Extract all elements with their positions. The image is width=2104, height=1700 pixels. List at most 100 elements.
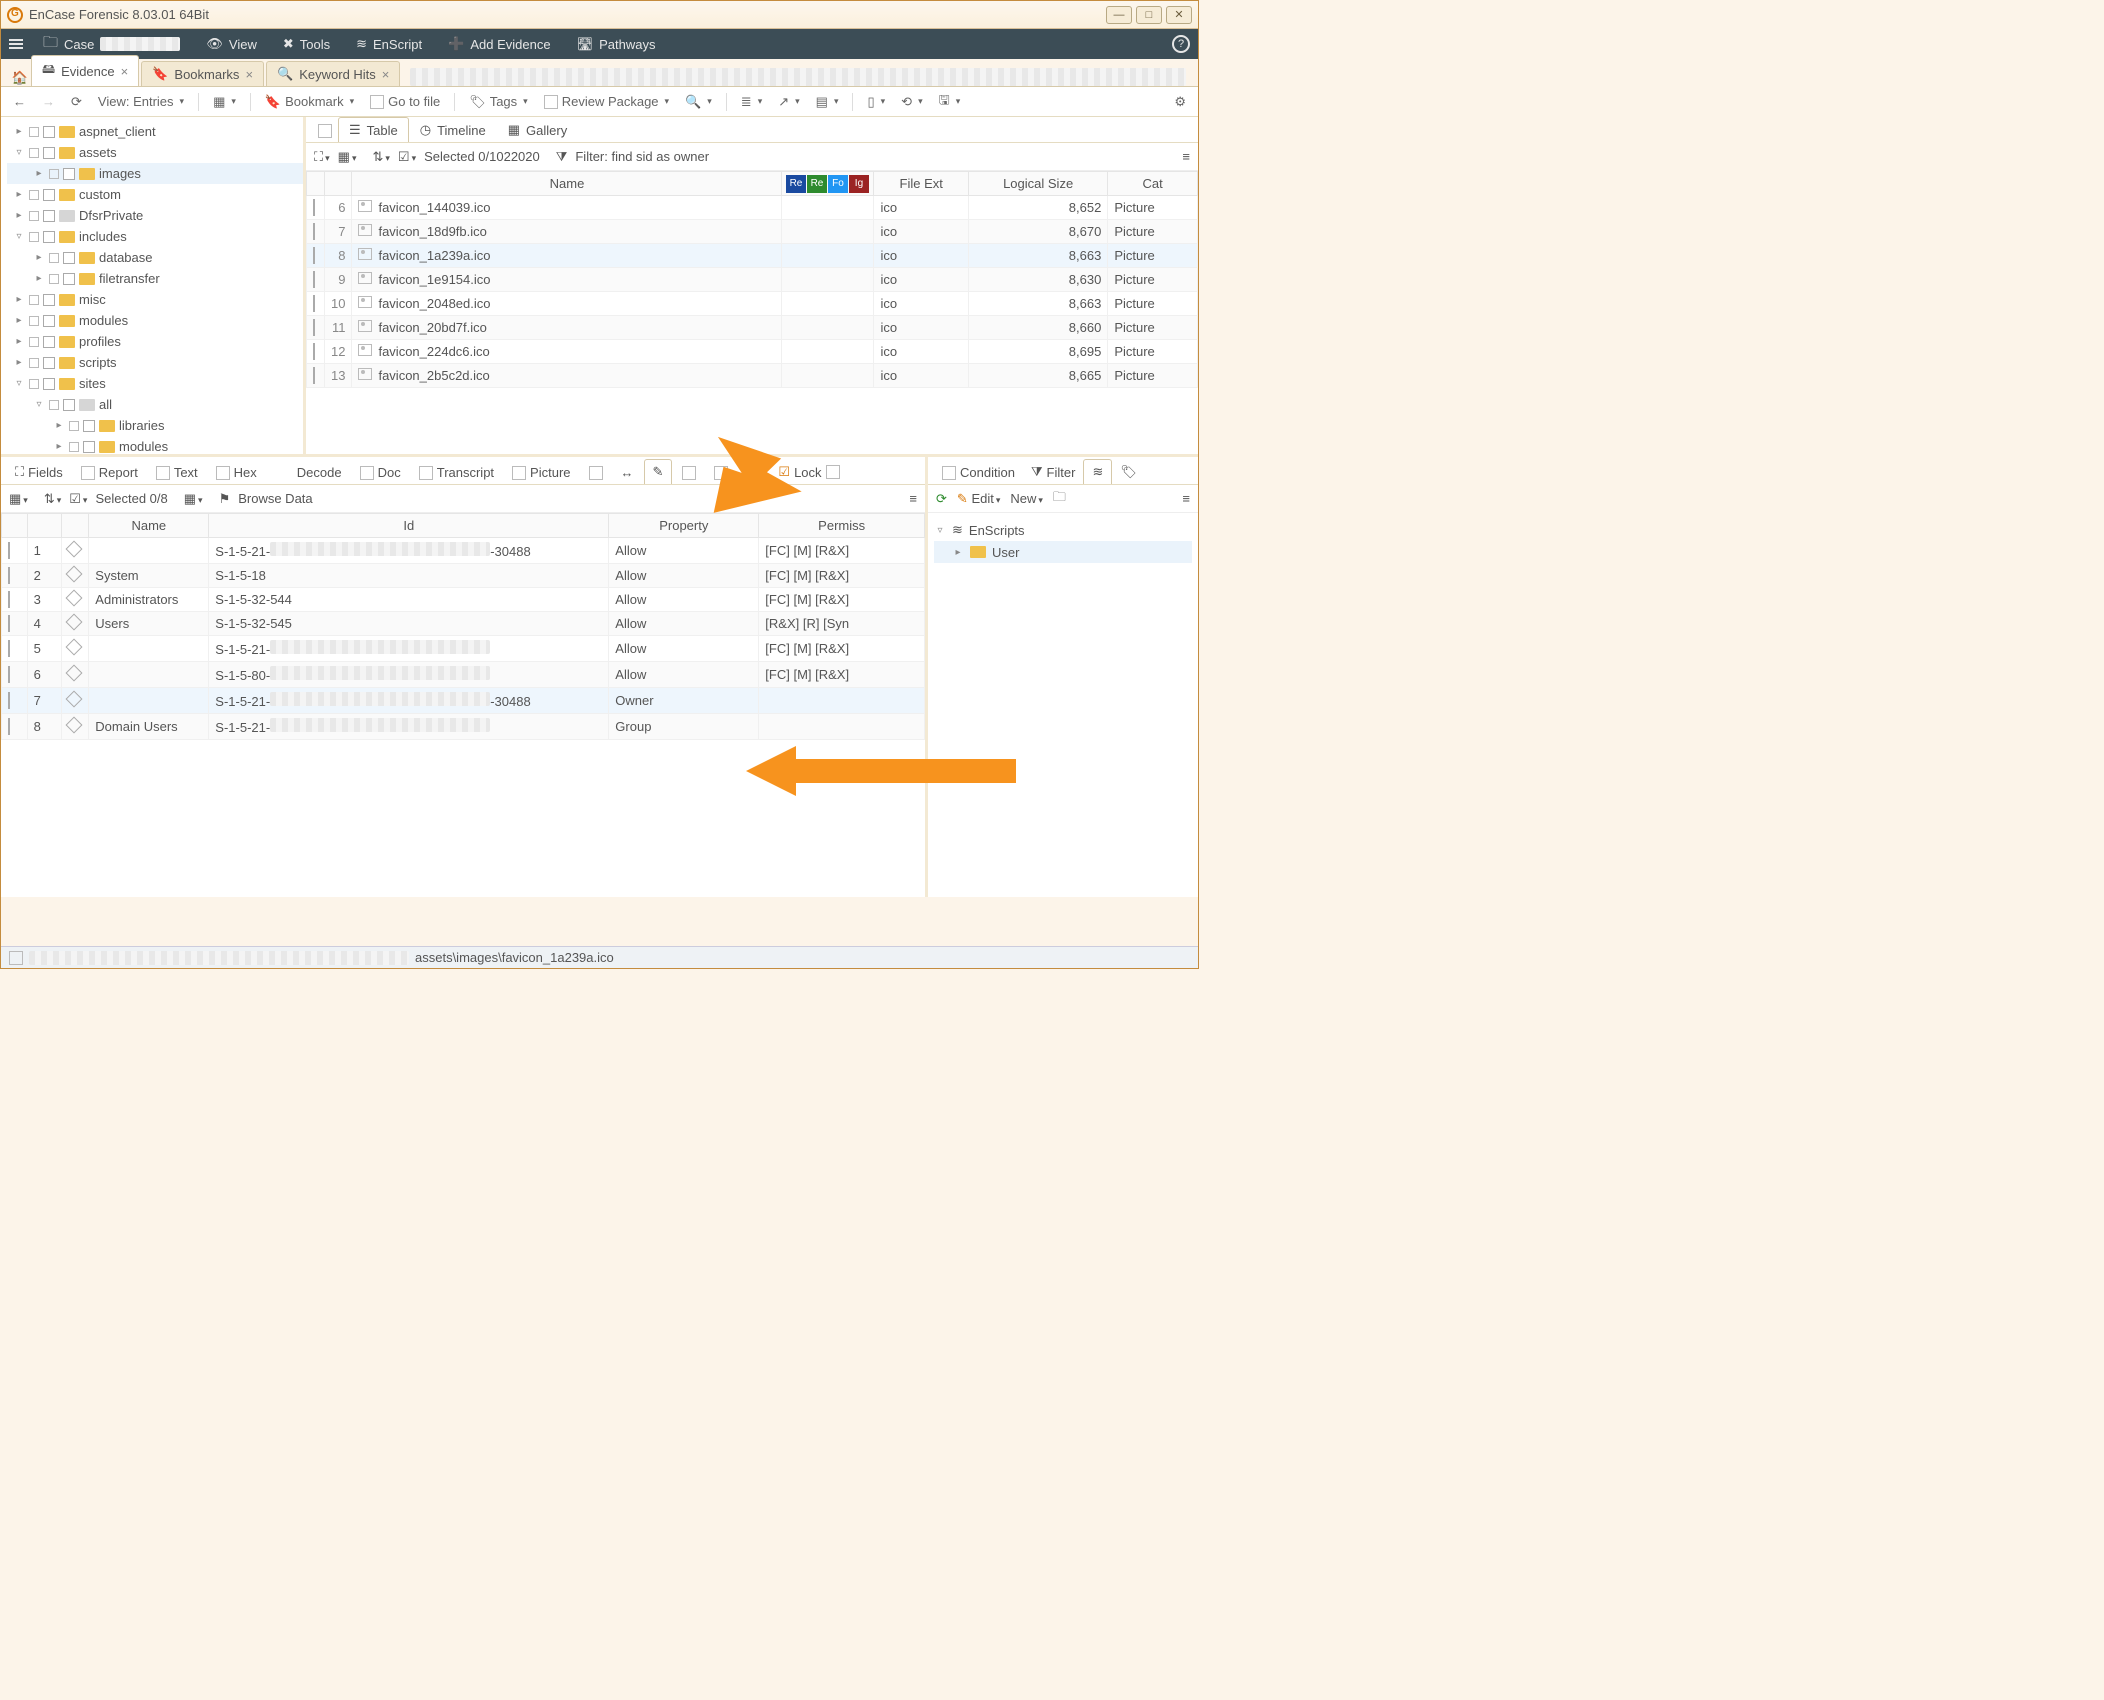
new-dropdown[interactable]: New (1010, 491, 1043, 506)
forward-button[interactable]: → (38, 92, 59, 111)
col-name[interactable]: Name (89, 514, 209, 538)
split-icon[interactable]: ▦ (184, 491, 203, 507)
tab-condition[interactable]: Condition (934, 461, 1023, 484)
close-icon[interactable]: × (121, 64, 129, 79)
user-node[interactable]: ▸User (934, 541, 1192, 563)
filter-icon[interactable]: ⧩ (556, 149, 568, 165)
go-to-file-button[interactable]: Go to file (366, 92, 444, 111)
table-row[interactable]: 13 favicon_2b5c2d.ico ico8,665Picture (307, 364, 1198, 388)
check-icon[interactable]: ☑ (398, 149, 416, 165)
hamburger-icon[interactable]: ≡ (909, 491, 917, 506)
columns-icon[interactable]: ▦ (9, 491, 28, 507)
close-button[interactable]: ✕ (1166, 6, 1192, 24)
hamburger-icon[interactable]: ≡ (1182, 491, 1190, 506)
tab-table[interactable]: ☰Table (338, 117, 409, 142)
tab-decode[interactable]: Decode (289, 461, 350, 484)
expand-icon[interactable]: ⛶ (314, 149, 330, 165)
refresh-icon[interactable]: ⟳ (936, 491, 947, 507)
tree-node[interactable]: ▸aspnet_client (7, 121, 303, 142)
tree-node[interactable]: ▿assets (7, 142, 303, 163)
tab-tag[interactable]: 🏷 (1112, 460, 1145, 484)
save-icon[interactable]: 🖫 (935, 89, 965, 115)
review-package-dropdown[interactable]: Review Package (540, 92, 673, 111)
help-icon[interactable]: ? (1172, 35, 1190, 53)
menu-case[interactable]: 🗀Case (37, 32, 186, 57)
tree-node[interactable]: ▸modules (7, 436, 303, 454)
tree-node[interactable]: ▸images (7, 163, 303, 184)
table-row[interactable]: 8 favicon_1a239a.ico ico8,663Picture (307, 244, 1198, 268)
tab-evidence[interactable]: 🖴Evidence× (31, 55, 139, 86)
tab-attr[interactable] (706, 462, 736, 484)
table-row[interactable]: 8 Domain UsersS-1-5-21-Group (2, 714, 925, 740)
edit-dropdown[interactable]: ✎ Edit (957, 491, 1000, 507)
tab-text[interactable]: Text (148, 461, 206, 484)
bookmark-dropdown[interactable]: 🔖Bookmark (261, 92, 358, 112)
list-icon[interactable]: ≣ (737, 92, 766, 112)
device-icon[interactable]: ▯ (863, 92, 889, 112)
table-row[interactable]: 3 AdministratorsS-1-5-32-544Allow[FC] [M… (2, 588, 925, 612)
minimize-button[interactable]: — (1106, 6, 1132, 24)
col-name[interactable]: Name (352, 172, 782, 196)
tree-node[interactable]: ▿sites (7, 373, 303, 394)
sync-icon[interactable]: ⟲ (897, 92, 926, 112)
menu-pathways[interactable]: 🛣Pathways (571, 36, 662, 52)
tab-keyword-hits[interactable]: 🔍Keyword Hits× (266, 61, 400, 86)
check-icon[interactable]: ☑ (69, 491, 87, 507)
tab-permissions[interactable]: ✎ (644, 459, 673, 484)
back-button[interactable]: ← (9, 92, 30, 111)
table-row[interactable]: 5 S-1-5-21-Allow[FC] [M] [R&X] (2, 636, 925, 662)
share-icon[interactable]: ↗ (774, 92, 803, 112)
tab-script[interactable]: ≋ (1083, 459, 1112, 484)
tree-node[interactable]: ▸custom (7, 184, 303, 205)
grid-icon[interactable]: ▤ (812, 92, 843, 112)
folder-icon[interactable]: 🗀 (1053, 488, 1066, 510)
tree-node[interactable]: ▸libraries (7, 415, 303, 436)
tree-node[interactable]: ▸DfsrPrivate (7, 205, 303, 226)
tab-gallery[interactable]: ▦Gallery (497, 117, 578, 142)
tab-report[interactable]: Report (73, 461, 146, 484)
table-row[interactable]: 12 favicon_224dc6.ico ico8,695Picture (307, 340, 1198, 364)
col-property[interactable]: Property (609, 514, 759, 538)
tree-node[interactable]: ▸scripts (7, 352, 303, 373)
col-cat[interactable]: Cat (1108, 172, 1198, 196)
table-row[interactable]: 4 UsersS-1-5-32-545Allow[R&X] [R] [Syn (2, 612, 925, 636)
tab-fields[interactable]: ⛶ Fields (7, 460, 71, 484)
table-row[interactable]: 6 favicon_144039.ico ico8,652Picture (307, 196, 1198, 220)
table-row[interactable]: 2 SystemS-1-5-18Allow[FC] [M] [R&X] (2, 564, 925, 588)
close-icon[interactable]: × (245, 67, 253, 82)
view-entries-dropdown[interactable]: View: Entries (94, 92, 188, 111)
tree-node[interactable]: ▸database (7, 247, 303, 268)
flag-icon[interactable]: ⚑ (219, 491, 231, 507)
menu-enscript[interactable]: ≋EnScript (350, 36, 428, 52)
tree-node[interactable]: ▸filetransfer (7, 268, 303, 289)
col-size[interactable]: Logical Size (968, 172, 1107, 196)
tab-bookmarks[interactable]: 🔖Bookmarks× (141, 61, 264, 86)
hamburger-icon[interactable]: ≡ (1182, 149, 1190, 164)
tab-transcript[interactable]: Transcript (411, 461, 502, 484)
split-icon[interactable]: ▦ (209, 92, 240, 112)
tree-node[interactable]: ▿includes (7, 226, 303, 247)
tree-node[interactable]: ▸profiles (7, 331, 303, 352)
close-icon[interactable]: × (382, 67, 390, 82)
table-row[interactable]: 9 favicon_1e9154.ico ico8,630Picture (307, 268, 1198, 292)
menu-tools[interactable]: ✖Tools (277, 36, 336, 52)
tags-dropdown[interactable]: 🏷Tags (465, 92, 532, 112)
home-icon[interactable]: 🏠 (9, 70, 31, 86)
menu-icon[interactable] (9, 39, 23, 49)
col-ext[interactable]: File Ext (874, 172, 968, 196)
tab-doc[interactable]: Doc (352, 461, 409, 484)
zoom-icon[interactable]: 🔍 (681, 92, 716, 112)
table-row[interactable]: 7 favicon_18d9fb.ico ico8,670Picture (307, 220, 1198, 244)
lock-toggle[interactable]: ☑ Lock (770, 460, 847, 484)
refresh-button[interactable]: ⟳ (67, 92, 86, 112)
tab-picture[interactable]: Picture (504, 461, 578, 484)
gear-icon[interactable]: ⚙ (1170, 92, 1190, 112)
table-row[interactable]: 1 S-1-5-21--30488Allow[FC] [M] [R&X] (2, 538, 925, 564)
col-id[interactable]: Id (209, 514, 609, 538)
maximize-button[interactable]: □ (1136, 6, 1162, 24)
tab-timeline[interactable]: ◷Timeline (409, 117, 497, 142)
tab-filter[interactable]: ⧩ Filter (1023, 460, 1084, 484)
menu-add-evidence[interactable]: ➕Add Evidence (442, 36, 556, 52)
table-row[interactable]: 7 S-1-5-21--30488Owner (2, 688, 925, 714)
table-row[interactable]: 10 favicon_2048ed.ico ico8,663Picture (307, 292, 1198, 316)
